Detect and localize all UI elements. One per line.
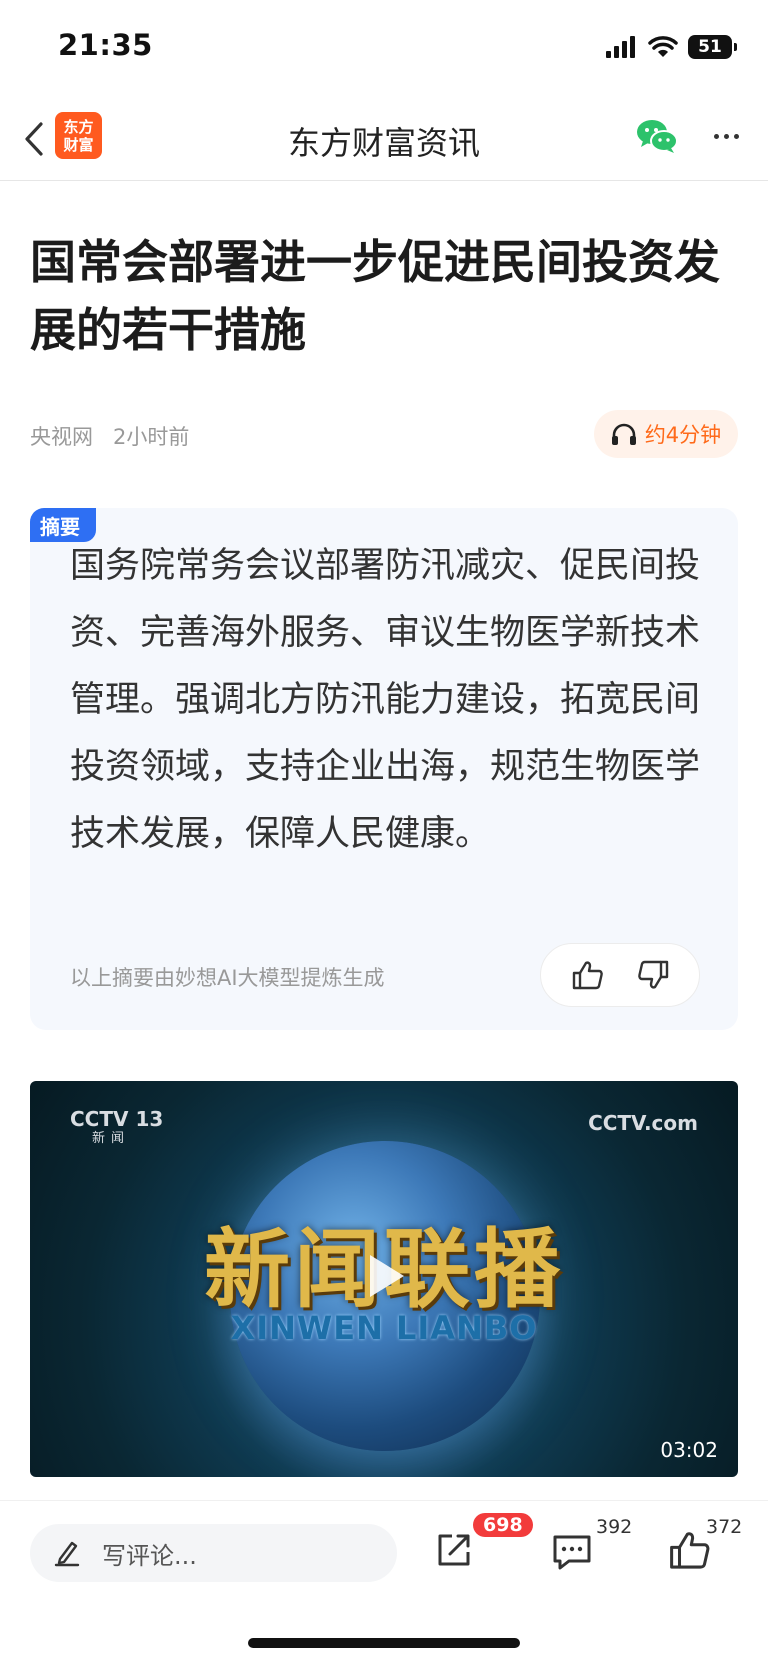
signal-icon: [606, 36, 635, 58]
summary-note: 以上摘要由妙想AI大模型提炼生成: [70, 966, 385, 990]
status-icons: 51: [606, 33, 737, 61]
status-time: 21:35: [58, 28, 153, 62]
app-logo-line2: 财富: [63, 135, 94, 154]
thumbs-up-icon: [572, 961, 603, 990]
more-button[interactable]: [706, 120, 746, 152]
more-icon-dot: [723, 133, 729, 139]
more-icon-dot: [733, 133, 739, 139]
battery-indicator: 51: [688, 35, 737, 59]
thumbs-down-button[interactable]: [632, 954, 674, 996]
app-logo: 东方 财富: [55, 112, 102, 159]
play-icon: [370, 1255, 404, 1297]
comment-count: 392: [596, 1516, 633, 1538]
thumbs-down-icon: [637, 960, 668, 989]
article-source[interactable]: 央视网: [30, 421, 93, 451]
article-headline: 国常会部署进一步促进民间投资发展的若干措施: [30, 235, 720, 357]
article-time: 2小时前: [113, 425, 190, 449]
program-title-en: XINWEN LIANBO: [230, 1309, 538, 1347]
share-icon: [438, 1534, 470, 1566]
wechat-icon: [637, 120, 678, 153]
channel-sub: 新闻: [92, 1131, 131, 1146]
summary-text: 国务院常务会议部署防汛减灾、促民间投资、完善海外服务、审议生物医学新技术管理。强…: [70, 546, 701, 854]
wifi-icon: [648, 36, 678, 57]
cctv-site-logo: CCTV.com: [588, 1111, 698, 1135]
video-player[interactable]: CCTV 13 新闻 CCTV.com 新闻联播 XINWEN LIANBO 0…: [30, 1081, 738, 1477]
comment-placeholder: 写评论...: [102, 1541, 197, 1570]
comment-button[interactable]: [546, 1526, 598, 1578]
like-count: 372: [706, 1516, 743, 1538]
pencil-icon: [54, 1541, 80, 1567]
video-duration: 03:02: [660, 1438, 718, 1462]
thumbs-up-button[interactable]: [567, 954, 609, 996]
summary-feedback: [540, 943, 700, 1007]
more-icon: [713, 133, 719, 139]
headphones-icon: [611, 423, 636, 445]
share-count-badge: 698: [473, 1513, 533, 1537]
article-meta: 央视网 2小时前: [30, 421, 189, 451]
listen-button[interactable]: 约4分钟: [594, 410, 738, 458]
back-button[interactable]: [14, 114, 54, 164]
cctv13-logo: CCTV 13 新闻: [70, 1109, 163, 1149]
comment-input[interactable]: 写评论...: [30, 1524, 397, 1582]
channel-logo: CCTV 13: [70, 1107, 164, 1131]
share-button[interactable]: [428, 1524, 480, 1576]
comment-icon: [553, 1535, 591, 1570]
home-indicator: [248, 1638, 520, 1648]
read-time: 约4分钟: [644, 423, 722, 447]
back-icon: [25, 122, 43, 156]
play-button[interactable]: [356, 1249, 410, 1303]
app-logo-line1: 东方: [63, 117, 94, 136]
wechat-share-button[interactable]: [635, 116, 679, 156]
like-icon: [670, 1532, 710, 1569]
